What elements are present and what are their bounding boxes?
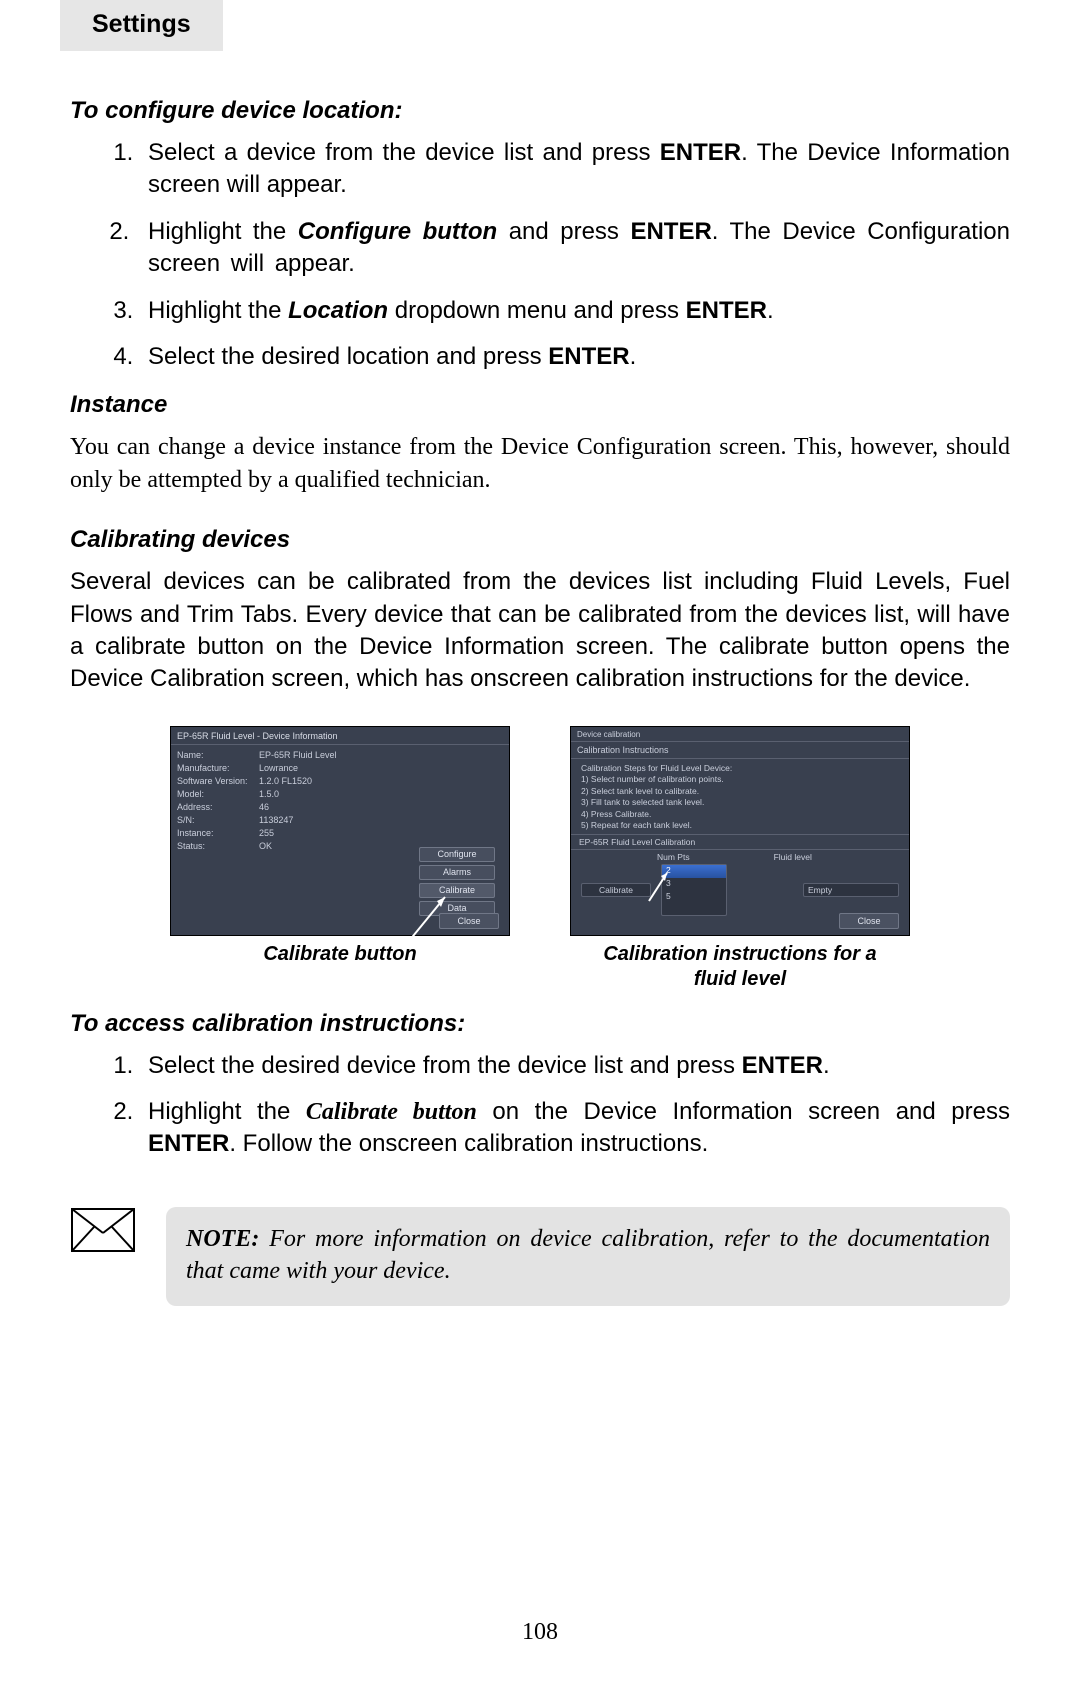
close-button[interactable]: Close — [439, 913, 499, 929]
numpts-option-5[interactable]: 5 — [662, 891, 726, 904]
step-4: Select the desired location and press EN… — [140, 341, 1010, 373]
key-enter: ENTER — [630, 218, 711, 245]
label-instance: Instance: — [177, 827, 259, 840]
label-sn: S/N: — [177, 814, 259, 827]
alarms-button[interactable]: Alarms — [419, 865, 495, 880]
calibrate-button-ref: Calibrate button — [306, 1099, 477, 1125]
configure-button-ref: Configure button — [298, 218, 497, 245]
envelope-icon — [70, 1207, 136, 1253]
heading-calibrating: Calibrating devices — [70, 526, 1010, 554]
label-software: Software Version: — [177, 775, 259, 788]
note-text: For more information on device calibrati… — [186, 1226, 990, 1284]
text: on the Device Information screen and pre… — [477, 1098, 1010, 1125]
step-1: Select the desired device from the devic… — [140, 1050, 1010, 1082]
instr-head: Calibration Steps for Fluid Level Device… — [581, 763, 899, 774]
numpts-option-3[interactable]: 3 — [662, 878, 726, 891]
close-button[interactable]: Close — [839, 913, 899, 929]
text: . — [767, 297, 774, 324]
panel2-title: Device calibration — [571, 727, 909, 741]
heading-access-calibration: To access calibration instructions: — [70, 1010, 1010, 1038]
text: Highlight the — [148, 218, 298, 245]
panel-body: Name:EP-65R Fluid Level Manufacture:Lowr… — [171, 745, 509, 857]
text: Select a device from the device list and… — [148, 139, 660, 166]
step-1: Select a device from the device list and… — [140, 137, 1010, 202]
text: Highlight the — [148, 297, 288, 324]
steps-access-calibration: Select the desired device from the devic… — [140, 1050, 1010, 1161]
screenshots-row: EP-65R Fluid Level - Device Information … — [70, 726, 1010, 992]
step-2: Highlight the Calibrate button on the De… — [140, 1096, 1010, 1161]
label-status: Status: — [177, 840, 259, 853]
label-manufacture: Manufacture: — [177, 762, 259, 775]
calibrate-button[interactable]: Calibrate — [419, 883, 495, 898]
tab-header: Settings — [60, 0, 223, 51]
instr-1: 1) Select number of calibration points. — [581, 774, 899, 785]
text: . Follow the onscreen calibration instru… — [229, 1130, 708, 1157]
instr-4: 4) Press Calibrate. — [581, 809, 899, 820]
step-2: Highlight the Configure button and press… — [140, 216, 1010, 281]
note-row: NOTE: For more information on device cal… — [70, 1207, 1010, 1306]
key-enter: ENTER — [148, 1130, 229, 1157]
para-instance: You can change a device instance from th… — [70, 431, 1010, 496]
note-label: NOTE: — [186, 1226, 269, 1252]
key-enter: ENTER — [548, 343, 629, 370]
label-model: Model: — [177, 788, 259, 801]
device-info-panel: EP-65R Fluid Level - Device Information … — [170, 726, 510, 936]
col-fluidlevel: Fluid level — [774, 852, 812, 862]
label-name: Name: — [177, 749, 259, 762]
configure-button[interactable]: Configure — [419, 847, 495, 862]
value-address: 46 — [259, 801, 269, 814]
text: . — [630, 343, 637, 370]
note-box: NOTE: For more information on device cal… — [166, 1207, 1010, 1306]
value-sn: 1138247 — [259, 814, 293, 827]
heading-instance: Instance — [70, 391, 1010, 419]
panel2-subtitle: Calibration Instructions — [571, 741, 909, 759]
location-ref: Location — [288, 297, 388, 324]
label-address: Address: — [177, 801, 259, 814]
numpts-option-2[interactable]: 2 — [662, 865, 726, 878]
text: Select the desired location and press — [148, 343, 548, 370]
key-enter: ENTER — [686, 297, 767, 324]
value-name: EP-65R Fluid Level — [259, 749, 337, 762]
instr-3: 3) Fill tank to selected tank level. — [581, 797, 899, 808]
numpts-dropdown[interactable]: 2 3 5 — [661, 864, 727, 916]
calibrate-field-button[interactable]: Calibrate — [581, 883, 651, 897]
instr-5: 5) Repeat for each tank level. — [581, 820, 899, 831]
value-model: 1.5.0 — [259, 788, 279, 801]
text: and press — [497, 218, 630, 245]
para-calibrating: Several devices can be calibrated from t… — [70, 566, 1010, 696]
value-software: 1.2.0 FL1520 — [259, 775, 312, 788]
calibration-instructions: Calibration Steps for Fluid Level Device… — [571, 759, 909, 834]
text: Select the desired device from the devic… — [148, 1052, 742, 1079]
instr-2: 2) Select tank level to calibrate. — [581, 786, 899, 797]
page-number: 108 — [0, 1619, 1080, 1646]
calibration-section-label: EP-65R Fluid Level Calibration — [571, 834, 909, 850]
steps-configure-location: Select a device from the device list and… — [140, 137, 1010, 373]
fluid-level-dropdown[interactable]: Empty — [803, 883, 899, 897]
step-3: Highlight the Location dropdown menu and… — [140, 295, 1010, 327]
key-enter: ENTER — [660, 139, 741, 166]
value-status: OK — [259, 840, 272, 853]
caption-calibrate-button: Calibrate button — [263, 942, 416, 967]
key-enter: ENTER — [742, 1052, 823, 1079]
caption-calibration-instructions: Calibration instructions for a fluid lev… — [590, 942, 890, 992]
value-instance: 255 — [259, 827, 274, 840]
panel-title: EP-65R Fluid Level - Device Information — [171, 727, 509, 745]
text: . — [823, 1052, 830, 1079]
device-calibration-panel: Device calibration Calibration Instructi… — [570, 726, 910, 936]
value-manufacture: Lowrance — [259, 762, 298, 775]
text: dropdown menu and press — [388, 297, 686, 324]
heading-configure-location: To configure device location: — [70, 97, 1010, 125]
text: Highlight the — [148, 1098, 306, 1125]
col-numpts: Num Pts — [657, 852, 690, 862]
